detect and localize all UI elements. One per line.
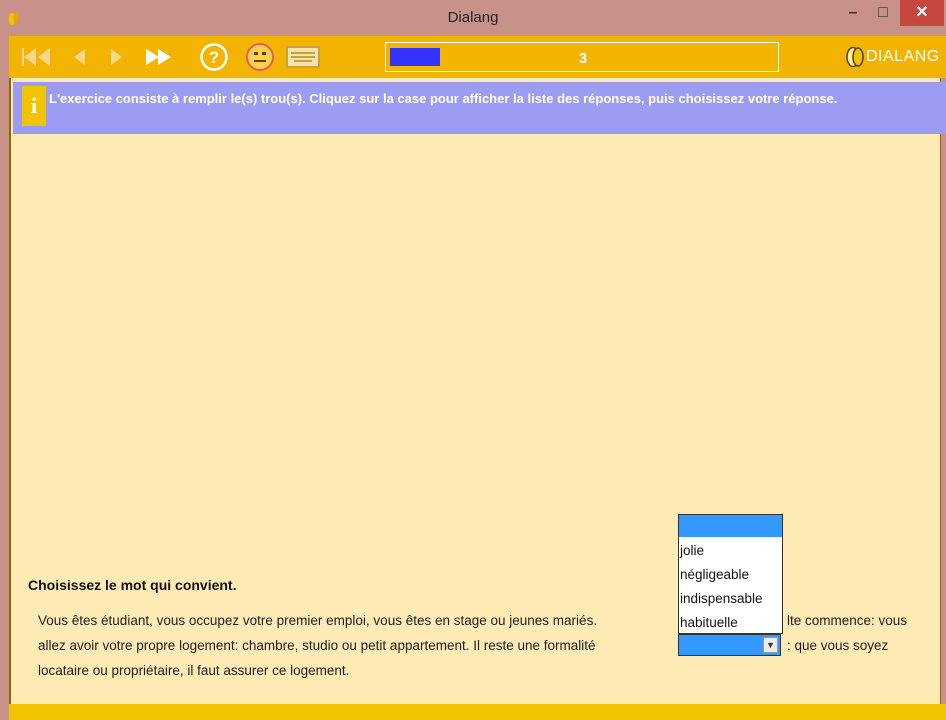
first-icon[interactable]: [19, 42, 55, 72]
question-title: Choisissez le mot qui convient.: [28, 577, 237, 593]
title-bar: Dialang – □ ✕: [0, 0, 946, 36]
bottom-bar: [9, 704, 946, 720]
instruction-bar: i L'exercice consiste à remplir le(s) tr…: [13, 82, 946, 134]
info-icon: i: [22, 86, 46, 126]
keyboard-icon[interactable]: [285, 42, 321, 72]
progress-bar: 3: [385, 42, 779, 72]
smiley-icon[interactable]: [243, 42, 277, 72]
instruction-text: L'exercice consiste à remplir le(s) trou…: [49, 91, 838, 106]
window-title: Dialang: [447, 9, 499, 26]
dropdown-option[interactable]: négligeable: [680, 567, 749, 582]
passage-text: : que vous soyez: [787, 638, 889, 653]
dialang-logo: DIALANG: [846, 46, 940, 68]
help-icon[interactable]: ?: [197, 42, 231, 72]
back-icon[interactable]: [67, 42, 91, 72]
chevron-down-icon[interactable]: ▼: [763, 637, 778, 653]
passage-text: lte commence: vous: [787, 613, 908, 628]
answer-dropdown-list: jolie négligeable indispensable habituel…: [678, 514, 783, 634]
dropdown-option[interactable]: habituelle: [680, 615, 738, 630]
svg-text:?: ?: [209, 48, 219, 67]
maximize-button[interactable]: □: [870, 0, 896, 26]
passage-line-3: locataire ou propriétaire, il faut assur…: [38, 663, 349, 678]
logo-text: DIALANG: [866, 48, 940, 65]
fast-forward-icon[interactable]: [141, 42, 177, 72]
close-button[interactable]: ✕: [900, 0, 944, 26]
passage-text: locataire ou propriétaire, il faut assur…: [38, 663, 350, 678]
passage-line-1: Vous êtes étudiant, vous occupez votre p…: [38, 613, 597, 628]
content-area: [9, 36, 941, 713]
dialang-logo-icon: [846, 46, 864, 68]
dropdown-option-empty[interactable]: [679, 515, 782, 537]
passage-line-2: allez avoir votre propre logement: chamb…: [38, 638, 596, 653]
dropdown-option[interactable]: indispensable: [680, 591, 763, 606]
passage-text: Vous êtes étudiant, vous occupez votre p…: [38, 613, 598, 628]
passage-text: allez avoir votre propre logement: chamb…: [38, 638, 596, 653]
passage-line-1-end: lte commence: vous: [787, 613, 907, 628]
dropdown-option[interactable]: jolie: [680, 543, 704, 558]
answer-dropdown[interactable]: ▼: [678, 634, 781, 656]
passage-line-2-end: : que vous soyez: [787, 638, 888, 653]
progress-label: 3: [578, 50, 588, 67]
minimize-button[interactable]: –: [840, 0, 866, 26]
forward-icon[interactable]: [105, 42, 129, 72]
